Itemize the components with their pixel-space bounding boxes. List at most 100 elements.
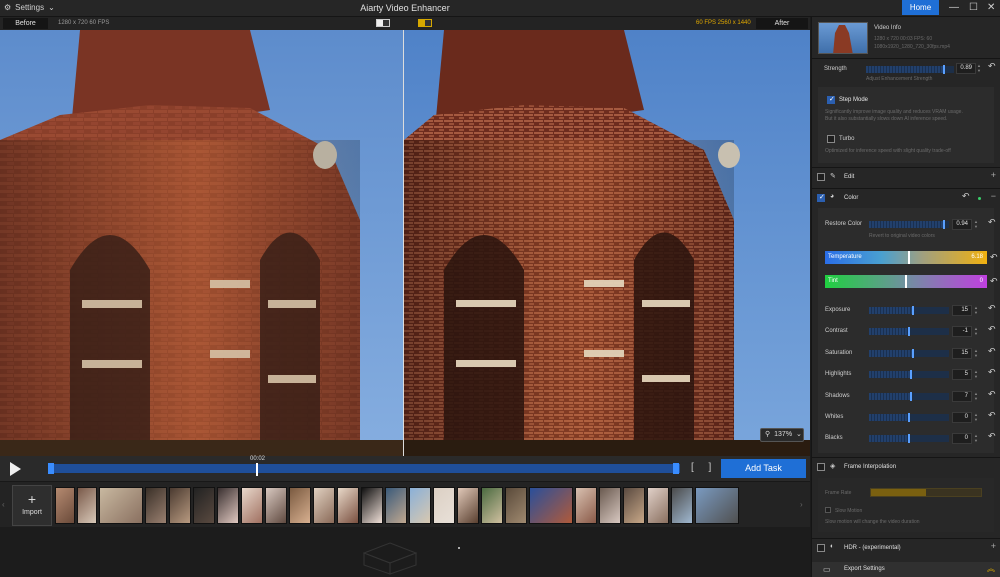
undo-icon[interactable]: ↶ xyxy=(988,61,996,72)
tint-thumb[interactable] xyxy=(905,275,907,288)
adjust-stepper[interactable]: ▲ ▼ xyxy=(974,369,979,380)
split-view-icon[interactable] xyxy=(376,19,390,27)
thumbnail-item[interactable] xyxy=(575,487,597,524)
adjust-stepper[interactable]: ▲ ▼ xyxy=(974,412,979,423)
export-settings-bar[interactable]: ▭ Export Settings ︽ xyxy=(812,562,1000,577)
thumbnail-item[interactable] xyxy=(695,487,739,524)
adjust-thumb[interactable] xyxy=(908,434,910,444)
adjust-thumb[interactable] xyxy=(908,327,910,337)
zoom-control[interactable]: ⚲ 137% ⌄ xyxy=(760,428,804,442)
adjust-value[interactable]: 5 xyxy=(952,369,972,381)
expand-hdr-icon[interactable]: + xyxy=(991,541,996,551)
home-button[interactable]: Home xyxy=(902,0,939,15)
expand-edit-icon[interactable]: + xyxy=(991,170,996,180)
adjust-undo-icon[interactable]: ↶ xyxy=(988,410,996,421)
thumbnail-item[interactable] xyxy=(313,487,335,524)
thumbnail-item[interactable] xyxy=(457,487,479,524)
thumbnail-item[interactable] xyxy=(289,487,311,524)
strength-stepper[interactable]: ▲ ▼ xyxy=(977,63,982,74)
strength-slider[interactable] xyxy=(866,65,954,74)
play-icon[interactable] xyxy=(10,462,21,476)
adjust-undo-icon[interactable]: ↶ xyxy=(988,303,996,314)
color-checkbox[interactable] xyxy=(817,193,825,202)
step-mode-checkbox[interactable] xyxy=(827,95,835,104)
chevron-up-icon[interactable]: ︽ xyxy=(987,563,995,574)
adjust-slider[interactable] xyxy=(869,413,949,422)
collapse-color-icon[interactable]: − xyxy=(991,191,996,201)
trim-brackets[interactable]: [ ] xyxy=(691,462,717,473)
thumbnail-item[interactable] xyxy=(169,487,191,524)
adjust-value[interactable]: 7 xyxy=(952,390,972,402)
import-button[interactable]: + Import xyxy=(12,485,52,526)
thumbnail-item[interactable] xyxy=(599,487,621,524)
adjust-value[interactable]: 0 xyxy=(952,412,972,423)
restore-color-stepper[interactable]: ▲ ▼ xyxy=(974,219,979,230)
side-by-side-view-icon[interactable] xyxy=(418,19,432,27)
tint-slider[interactable]: Tint 0 xyxy=(825,275,987,288)
slow-motion-checkbox[interactable] xyxy=(825,507,831,513)
adjust-slider[interactable] xyxy=(869,348,949,358)
thumbnail-item[interactable] xyxy=(217,487,239,524)
adjust-value[interactable]: 0 xyxy=(952,433,972,445)
adjust-undo-icon[interactable]: ↶ xyxy=(988,389,996,400)
adjust-slider[interactable] xyxy=(869,327,949,337)
adjust-undo-icon[interactable]: ↶ xyxy=(988,346,996,357)
thumbnail-item[interactable] xyxy=(99,487,143,524)
adjust-thumb[interactable] xyxy=(912,348,914,358)
restore-color-thumb[interactable] xyxy=(943,220,946,229)
adjust-slider[interactable] xyxy=(869,306,949,315)
thumbnail-item[interactable] xyxy=(529,487,573,524)
adjust-stepper[interactable]: ▲ ▼ xyxy=(974,305,979,316)
strength-thumb[interactable] xyxy=(943,65,946,74)
frame-interp-checkbox[interactable] xyxy=(817,463,825,471)
temperature-value[interactable]: 6.18 xyxy=(971,254,983,260)
add-task-button[interactable]: Add Task xyxy=(721,459,806,478)
temperature-slider[interactable]: Temperature 6.18 xyxy=(825,251,987,264)
trim-start-handle[interactable] xyxy=(48,463,54,474)
thumbnail-item[interactable] xyxy=(361,487,383,524)
video-preview[interactable]: ⚲ 137% ⌄ xyxy=(0,30,810,456)
thumbnail-item[interactable] xyxy=(265,487,287,524)
thumbnail-item[interactable] xyxy=(481,487,503,524)
adjust-stepper[interactable]: ▲ ▼ xyxy=(974,433,979,444)
minimize-icon[interactable]: — xyxy=(949,2,959,13)
timeline-track[interactable] xyxy=(48,464,680,473)
adjust-thumb[interactable] xyxy=(909,370,912,380)
hdr-checkbox[interactable] xyxy=(817,544,825,552)
adjust-slider[interactable] xyxy=(869,370,949,380)
thumbnail-item[interactable] xyxy=(433,487,455,524)
adjust-thumb[interactable] xyxy=(912,306,914,315)
adjust-thumb[interactable] xyxy=(910,391,913,401)
adjust-undo-icon[interactable]: ↶ xyxy=(988,431,996,442)
color-undo-icon[interactable]: ↶ xyxy=(962,191,970,202)
restore-color-value[interactable]: 0.94 xyxy=(952,219,972,230)
thumbnail-item[interactable] xyxy=(145,487,167,524)
trim-end-handle[interactable] xyxy=(673,463,679,474)
thumbnail-item[interactable] xyxy=(193,487,215,524)
chevron-right-icon[interactable]: › xyxy=(800,500,803,509)
adjust-undo-icon[interactable]: ↶ xyxy=(988,367,996,378)
frame-rate-select[interactable] xyxy=(870,488,982,497)
restore-color-slider[interactable] xyxy=(869,220,949,229)
thumbnail-item[interactable] xyxy=(77,487,97,524)
tint-value[interactable]: 0 xyxy=(980,278,983,284)
adjust-stepper[interactable]: ▲ ▼ xyxy=(974,326,979,337)
thumbnail-item[interactable] xyxy=(55,487,75,524)
adjust-slider[interactable] xyxy=(869,434,949,444)
edit-checkbox[interactable] xyxy=(817,173,825,181)
thumbnail-item[interactable] xyxy=(385,487,407,524)
chevron-left-icon[interactable]: ‹ xyxy=(2,500,5,509)
playhead[interactable] xyxy=(256,463,258,476)
maximize-icon[interactable]: ☐ xyxy=(969,2,978,13)
thumbnail-item[interactable] xyxy=(505,487,527,524)
adjust-slider[interactable] xyxy=(869,391,949,401)
turbo-checkbox[interactable] xyxy=(827,135,835,143)
adjust-stepper[interactable]: ▲ ▼ xyxy=(974,348,979,359)
tint-undo-icon[interactable]: ↶ xyxy=(990,276,998,287)
thumbnail-item[interactable] xyxy=(623,487,645,524)
adjust-value[interactable]: 15 xyxy=(952,305,972,316)
thumbnail-item[interactable] xyxy=(409,487,431,524)
adjust-value[interactable]: 15 xyxy=(952,347,972,359)
temperature-thumb[interactable] xyxy=(908,251,911,264)
strength-value[interactable]: 0.89 xyxy=(956,63,976,74)
